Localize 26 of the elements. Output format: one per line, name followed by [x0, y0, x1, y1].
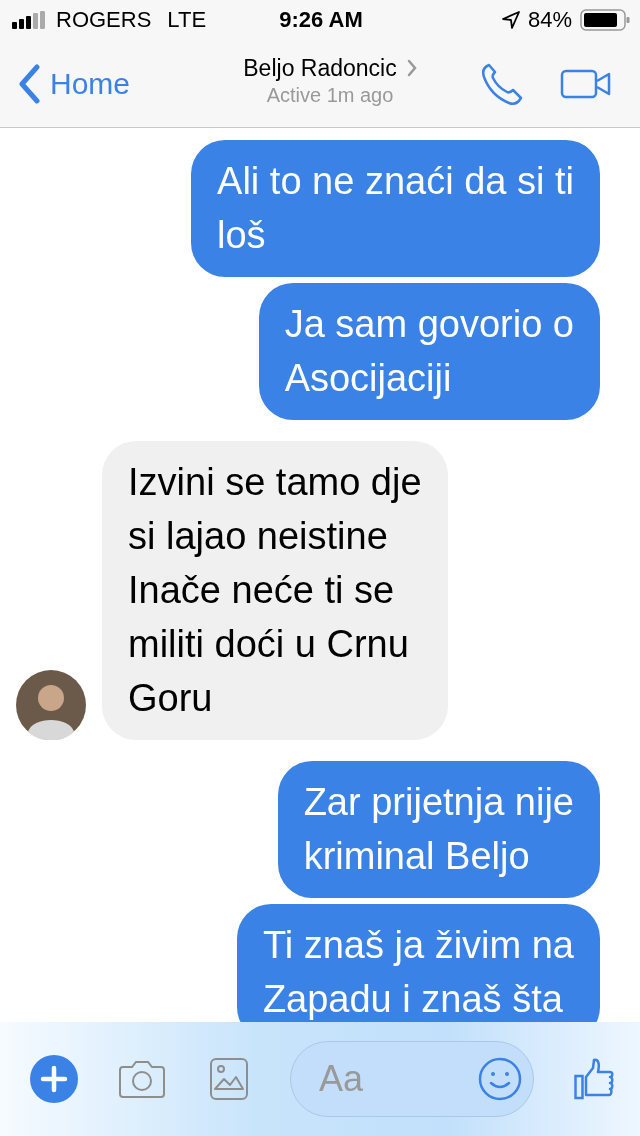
avatar-icon[interactable] — [16, 670, 86, 740]
chevron-right-icon — [406, 59, 417, 77]
message-field[interactable]: Aa — [290, 1041, 534, 1117]
message-bubble: Ti znaš ja živim na Zapadu i znaš šta — [236, 904, 600, 1022]
signal-icon — [12, 11, 48, 29]
phone-icon[interactable] — [480, 61, 524, 106]
location-arrow-icon — [501, 11, 520, 29]
clock-time: 9:26 AM — [279, 7, 363, 33]
contact-name[interactable]: Beljo Radoncic — [243, 54, 397, 82]
chevron-left-icon — [18, 63, 40, 104]
video-camera-icon[interactable] — [560, 68, 612, 99]
message-bubble: Ja sam govorio o Asocijaciji — [258, 283, 600, 420]
emoji-icon[interactable] — [478, 1057, 522, 1101]
add-icon[interactable] — [30, 1055, 78, 1103]
back-button[interactable]: Home — [18, 63, 198, 104]
carrier-name: ROGERS — [56, 7, 152, 33]
camera-icon[interactable] — [118, 1059, 166, 1099]
message-bubble: Ali to ne znaći da si ti loš — [191, 140, 600, 277]
network-type: LTE — [167, 7, 207, 33]
presence-status: Active 1m ago — [266, 83, 394, 107]
battery-icon — [580, 9, 630, 31]
battery-percent: 84% — [527, 7, 572, 33]
thumbs-up-icon[interactable] — [574, 1058, 614, 1100]
message-bubble: Zar prijetnja nije kriminal Beljo — [277, 761, 600, 898]
image-icon[interactable] — [210, 1058, 248, 1100]
message-bubble: Izvini se tamo dje si lajao neistine Inače neće ti se militi doći u Crnu Goru — [102, 441, 448, 740]
